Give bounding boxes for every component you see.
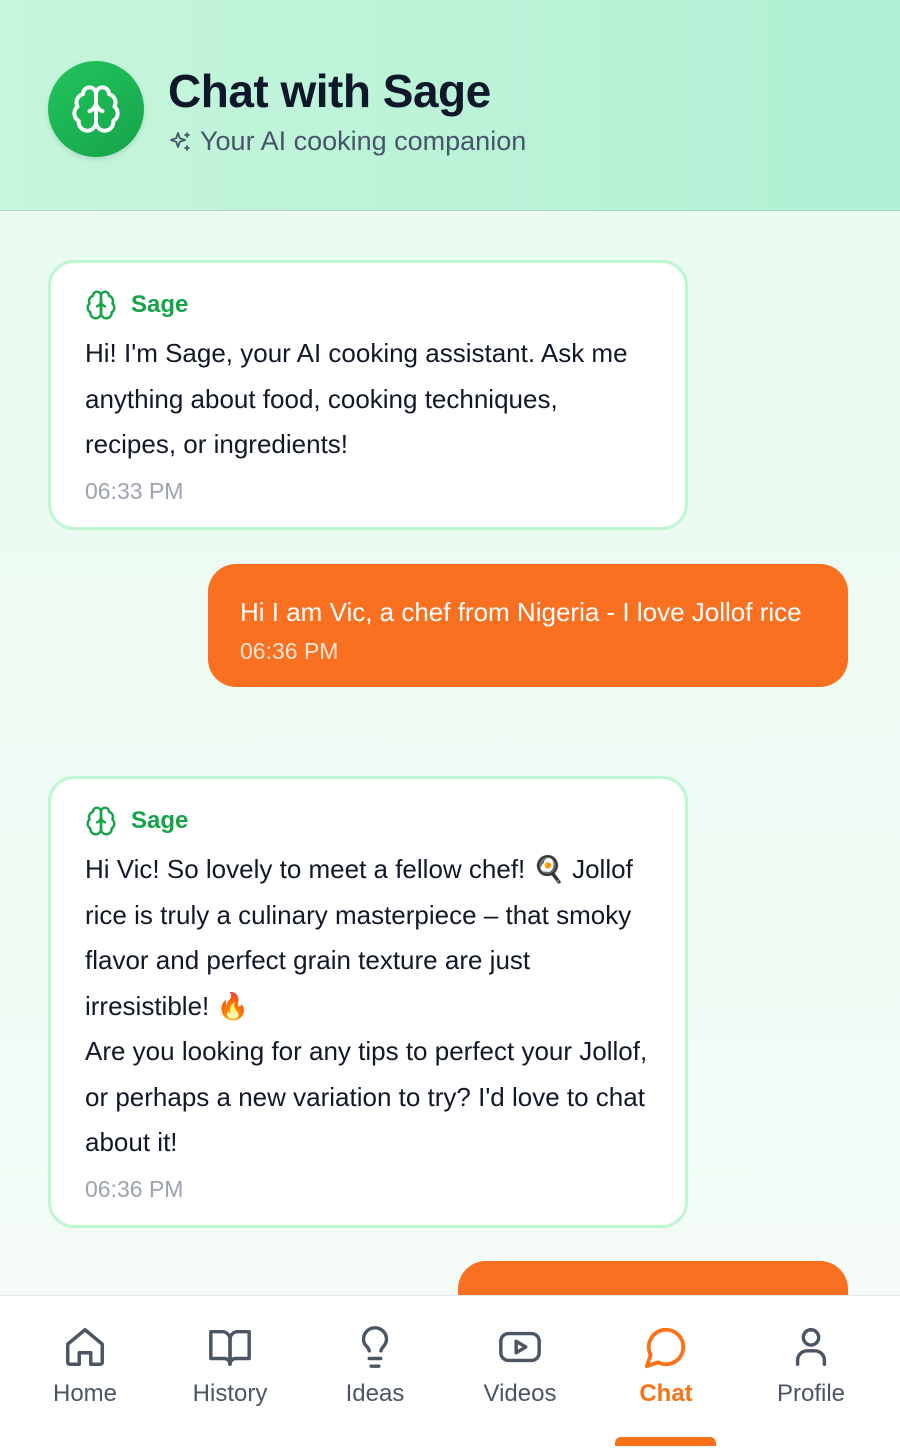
lightbulb-icon [361,1326,389,1368]
chat-messages[interactable]: Sage Hi! I'm Sage, your AI cooking assis… [0,212,900,1295]
message-timestamp: 06:33 PM [85,477,184,504]
message-timestamp: 06:36 PM [85,1175,184,1202]
user-icon [795,1328,827,1366]
message-text: Hi Vic! So lovely to meet a fellow chef!… [85,854,633,1021]
assistant-name-row: Sage [85,805,651,837]
message-text: Are you looking for any tips to perfect … [85,1036,648,1157]
message-timestamp: 06:36 PM [240,637,339,664]
brain-icon [72,85,120,133]
chat-header: Chat with Sage Your AI cooking companion [0,0,900,211]
nav-label: Ideas [345,1380,405,1407]
nav-item-history[interactable]: History [160,1324,300,1408]
page-title: Chat with Sage [168,65,491,117]
nav-label: Chat [639,1380,693,1407]
assistant-name: Sage [131,291,189,318]
home-icon [66,1328,104,1366]
nav-label: Home [52,1380,118,1407]
nav-item-profile[interactable]: Profile [741,1324,881,1408]
assistant-message: Sage Hi Vic! So lovely to meet a fellow … [48,776,688,1228]
video-icon [499,1331,541,1363]
page-subtitle: Your AI cooking companion [168,126,526,157]
bottom-nav: Home History Ideas Videos Chat Profile [0,1295,900,1450]
user-message: Hi I am Vic, a chef from Nigeria - I lov… [208,564,848,687]
nav-item-home[interactable]: Home [15,1324,155,1408]
message-text: Hi! I'm Sage, your AI cooking assistant.… [85,338,628,459]
user-message [458,1261,848,1295]
nav-item-videos[interactable]: Videos [450,1324,590,1408]
nav-item-chat[interactable]: Chat [596,1324,736,1408]
message-text: Hi I am Vic, a chef from Nigeria - I lov… [240,597,802,627]
chat-bubble-icon [644,1327,686,1369]
sparkles-icon [170,131,190,151]
book-icon [209,1329,251,1366]
subtitle-text: Your AI cooking companion [200,126,527,156]
assistant-name: Sage [131,807,189,834]
brain-icon [86,806,116,836]
nav-item-ideas[interactable]: Ideas [305,1324,445,1408]
assistant-message: Sage Hi! I'm Sage, your AI cooking assis… [48,260,688,530]
assistant-name-row: Sage [85,289,651,321]
nav-label: Profile [776,1380,846,1407]
sage-avatar [48,61,144,157]
brain-icon [86,290,116,320]
active-tab-indicator [615,1437,716,1446]
nav-label: History [192,1380,268,1407]
nav-label: Videos [483,1380,557,1407]
